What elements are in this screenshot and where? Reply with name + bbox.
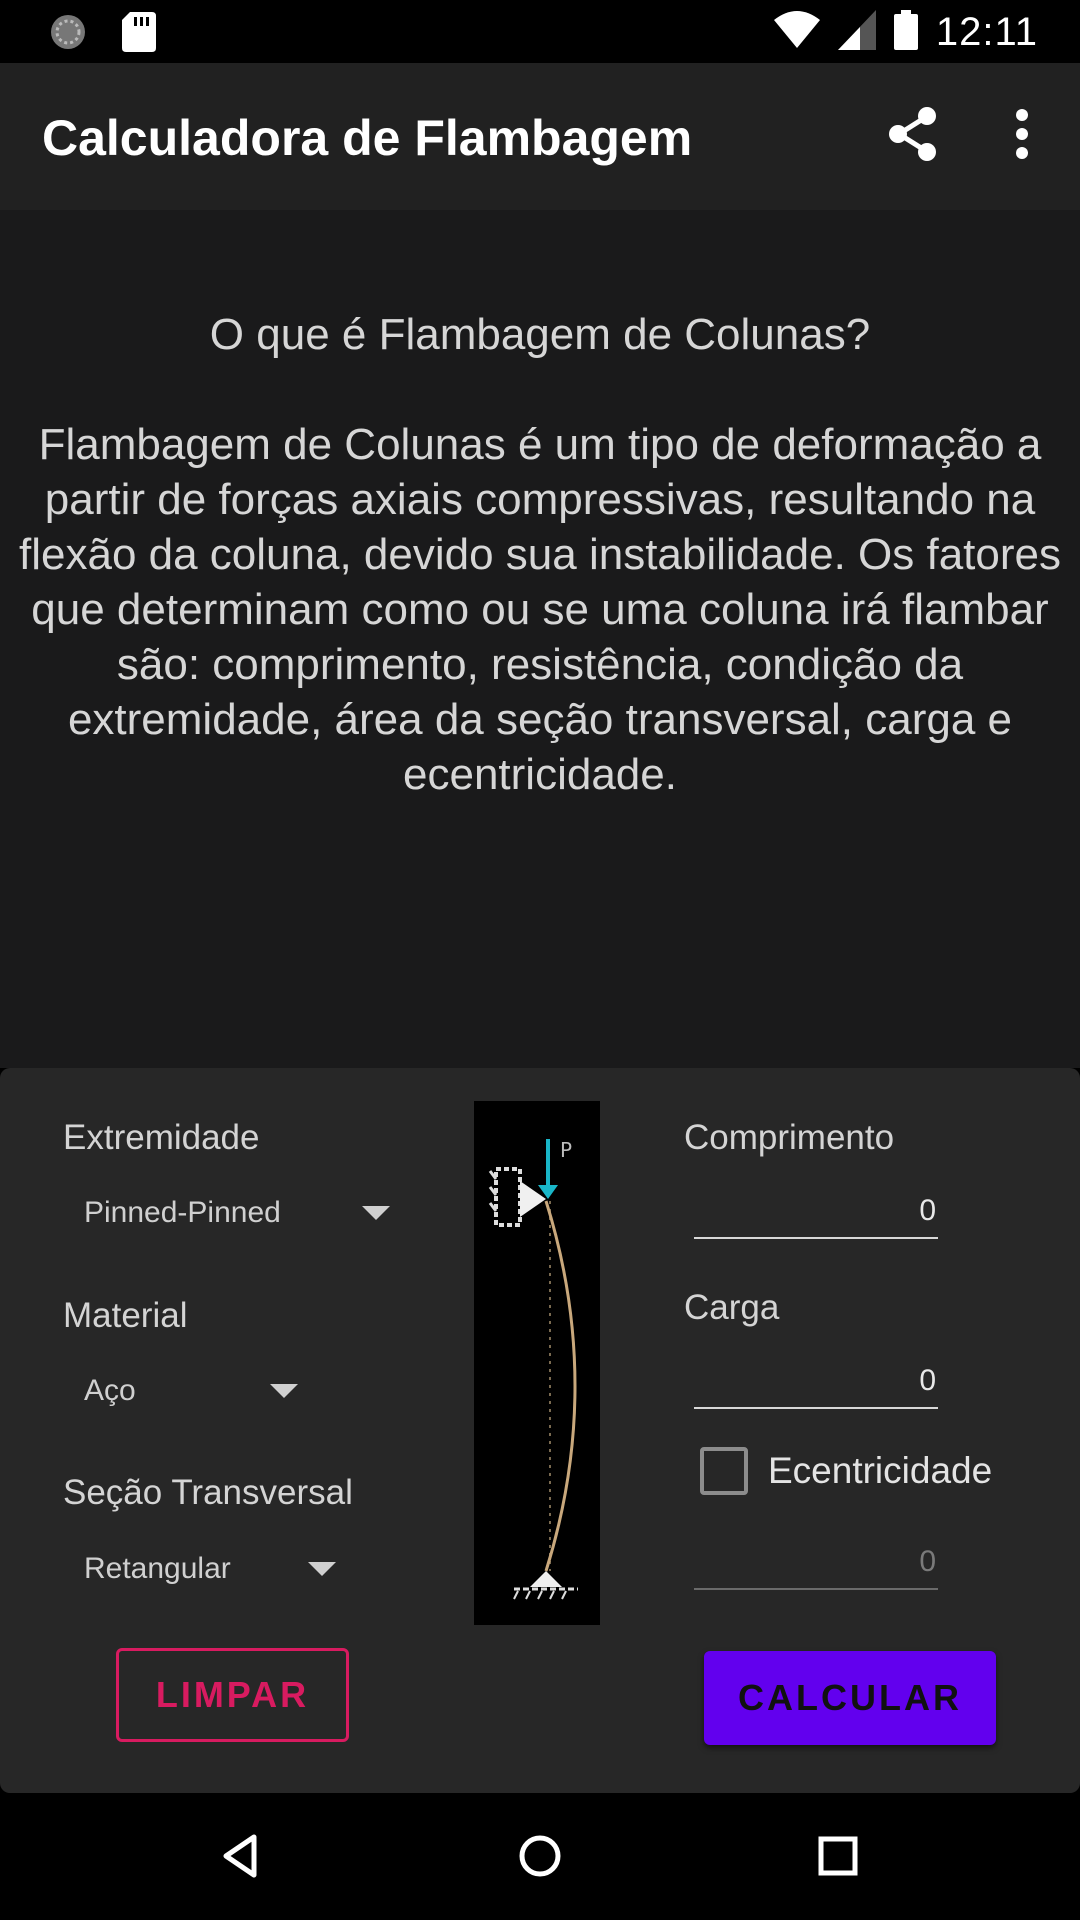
comprimento-field[interactable] xyxy=(694,1185,938,1239)
battery-icon xyxy=(893,10,918,55)
carga-label: Carga xyxy=(684,1288,780,1327)
comprimento-input[interactable] xyxy=(694,1185,938,1237)
sd-card-icon xyxy=(122,12,156,57)
material-label: Material xyxy=(63,1296,188,1335)
extremidade-dropdown[interactable]: Pinned-Pinned xyxy=(84,1188,394,1238)
material-value: Aço xyxy=(84,1374,136,1407)
signal-icon xyxy=(837,10,876,55)
comprimento-label: Comprimento xyxy=(684,1118,895,1157)
calcular-button[interactable]: CALCULAR xyxy=(704,1651,996,1745)
back-icon[interactable] xyxy=(206,1821,276,1891)
dropdown-arrow-icon xyxy=(270,1384,298,1398)
wifi-icon xyxy=(773,10,820,55)
diagram-load-label: P xyxy=(560,1138,572,1162)
ecentricidade-checkbox[interactable] xyxy=(700,1447,748,1495)
ecentricidade-input xyxy=(694,1536,938,1588)
dropdown-arrow-icon xyxy=(308,1562,336,1576)
ecentricidade-label: Ecentricidade xyxy=(768,1450,993,1491)
buckling-diagram: P xyxy=(474,1101,600,1625)
carga-field[interactable] xyxy=(694,1355,938,1409)
input-card: Extremidade Pinned-Pinned Material Aço S… xyxy=(0,1068,1080,1793)
recents-icon[interactable] xyxy=(803,1821,873,1891)
ecentricidade-row[interactable]: Ecentricidade xyxy=(700,1447,992,1495)
home-icon[interactable] xyxy=(505,1821,575,1891)
status-time: 12:11 xyxy=(935,10,1038,54)
secao-label: Seção Transversal xyxy=(63,1473,353,1512)
secao-value: Retangular xyxy=(84,1552,231,1585)
app-title: Calculadora de Flambagem xyxy=(42,110,693,166)
secao-dropdown[interactable]: Retangular xyxy=(84,1544,344,1594)
info-body: Flambagem de Colunas é um tipo de deform… xyxy=(19,420,1061,799)
info-title: O que é Flambagem de Colunas? xyxy=(209,310,871,359)
info-text: O que é Flambagem de Colunas? Flambagem … xyxy=(16,307,1064,802)
app-bar: Calculadora de Flambagem xyxy=(0,63,1080,210)
status-bar: 12:11 xyxy=(0,0,1080,63)
more-vert-icon[interactable] xyxy=(990,103,1050,165)
navigation-bar xyxy=(0,1793,1080,1920)
sync-icon xyxy=(48,12,88,57)
dropdown-arrow-icon xyxy=(362,1206,390,1220)
info-section: O que é Flambagem de Colunas? Flambagem … xyxy=(0,210,1080,1068)
extremidade-label: Extremidade xyxy=(63,1118,260,1157)
carga-input[interactable] xyxy=(694,1355,938,1407)
extremidade-value: Pinned-Pinned xyxy=(84,1196,281,1229)
ecentricidade-field xyxy=(694,1536,938,1590)
limpar-button[interactable]: LIMPAR xyxy=(116,1648,349,1742)
share-icon[interactable] xyxy=(882,103,944,165)
material-dropdown[interactable]: Aço xyxy=(84,1366,304,1416)
